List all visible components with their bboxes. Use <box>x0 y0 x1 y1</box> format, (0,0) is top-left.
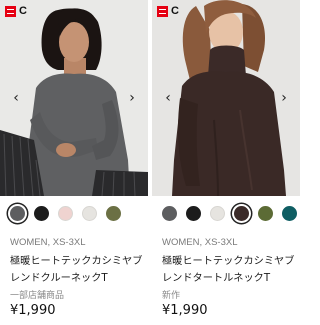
product-name[interactable]: 極暖ヒートテックカシミヤブレンドタートルネックT <box>162 253 300 287</box>
color-swatch-pink[interactable] <box>58 206 73 221</box>
color-swatch-olive[interactable] <box>258 206 273 221</box>
color-swatch-gray[interactable] <box>10 206 25 221</box>
chevron-left-icon[interactable]: ‹ <box>162 90 174 106</box>
product-price: ¥1,990 <box>10 303 56 318</box>
color-swatch-olive[interactable] <box>106 206 121 221</box>
color-swatch-dark-brown[interactable] <box>234 206 249 221</box>
color-swatch-off-white[interactable] <box>82 206 97 221</box>
uniqlo-logo-icon <box>157 5 168 17</box>
color-swatch-teal[interactable] <box>282 206 297 221</box>
gender-size-label: WOMEN, XS-3XL <box>10 237 86 248</box>
gender-size-label: WOMEN, XS-3XL <box>162 237 238 248</box>
brand-logo: C <box>5 5 27 17</box>
color-swatch-black[interactable] <box>186 206 201 221</box>
chevron-right-icon[interactable]: › <box>126 90 138 106</box>
chevron-right-icon[interactable]: › <box>278 90 290 106</box>
brand-logo: C <box>157 5 179 17</box>
product-name[interactable]: 極暖ヒートテックカシミヤブレンドクルーネックT <box>10 253 148 287</box>
product-card-crewneck[interactable]: C ‹ › WOMEN, XS-3XL 極暖ヒートテックカシミヤブレンドクルーネ… <box>0 0 148 325</box>
availability-note: 一部店舗商品 <box>10 291 65 301</box>
uniqlo-logo-icon <box>5 5 16 17</box>
product-card-turtleneck[interactable]: C ‹ › WOMEN, XS-3XL 極暖ヒートテックカシミヤブレンドタートル… <box>152 0 300 325</box>
chevron-left-icon[interactable]: ‹ <box>10 90 22 106</box>
color-swatch-black[interactable] <box>34 206 49 221</box>
product-price: ¥1,990 <box>162 303 208 318</box>
brand-logo-text: C <box>171 5 179 17</box>
color-swatch-off-white[interactable] <box>210 206 225 221</box>
color-swatches <box>162 206 297 221</box>
color-swatch-gray[interactable] <box>162 206 177 221</box>
brand-logo-text: C <box>19 5 27 17</box>
color-swatches <box>10 206 121 221</box>
availability-note: 新作 <box>162 291 181 301</box>
